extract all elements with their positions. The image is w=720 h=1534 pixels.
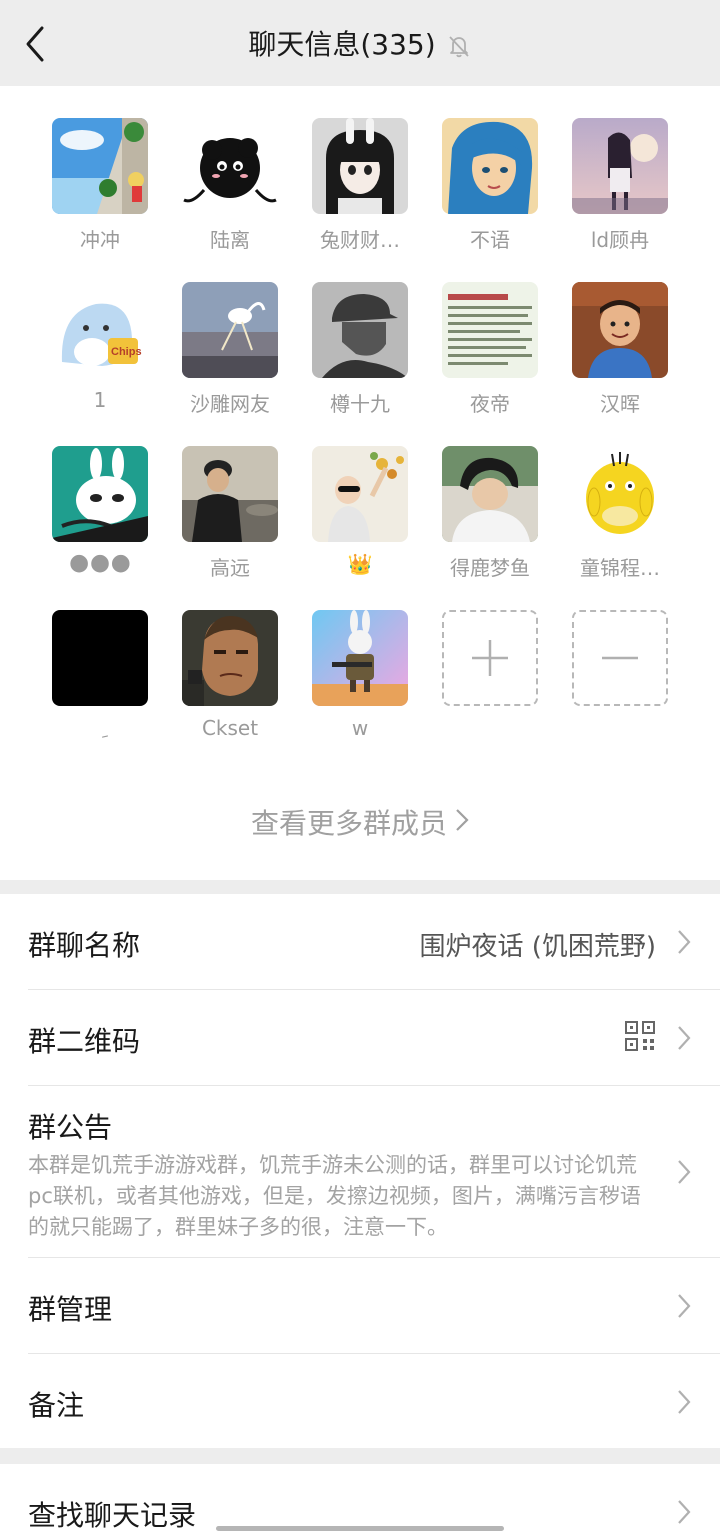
- member-name: 得鹿梦鱼: [450, 556, 530, 580]
- avatar[interactable]: [182, 610, 278, 706]
- member-name: w: [351, 716, 369, 740]
- member-item[interactable]: 夜帝: [430, 282, 550, 432]
- member-name: 👑: [347, 552, 373, 576]
- group-name-value: 围炉夜话 (饥困荒野): [419, 932, 656, 962]
- top-bar: 聊天信息(335): [0, 0, 720, 86]
- member-name: 夜帝: [470, 392, 510, 416]
- avatar[interactable]: Chips: [52, 282, 148, 378]
- member-name: 陆离: [210, 228, 250, 252]
- avatar[interactable]: [312, 610, 408, 706]
- add-member-box[interactable]: [442, 610, 538, 706]
- chevron-right-icon: [678, 1160, 691, 1184]
- remove-member-box[interactable]: [572, 610, 668, 706]
- member-item[interactable]: 童锦程…: [560, 446, 680, 596]
- chevron-right-icon: [678, 1026, 691, 1050]
- group-name-row[interactable]: 群聊名称 围炉夜话 (饥困荒野): [0, 894, 720, 990]
- avatar[interactable]: [442, 118, 538, 214]
- search-history-label: 查找聊天记录: [28, 1499, 197, 1532]
- avatar[interactable]: [182, 118, 278, 214]
- member-item[interactable]: 兔财财…: [300, 118, 420, 268]
- member-item[interactable]: ِ: [40, 610, 160, 760]
- member-name: 沙雕网友: [190, 392, 270, 416]
- page-title: 聊天信息(335): [248, 28, 436, 61]
- avatar[interactable]: [312, 446, 408, 542]
- avatar[interactable]: [182, 446, 278, 542]
- qr-code-row[interactable]: 群二维码: [0, 990, 720, 1086]
- member-name: 冲冲: [80, 228, 120, 252]
- group-notice-label: 群公告: [28, 1111, 113, 1144]
- member-name: 🌑🌑🌑: [68, 552, 132, 576]
- member-name: 汉晖: [600, 392, 640, 416]
- member-item[interactable]: 冲冲: [40, 118, 160, 268]
- page-title-wrap: 聊天信息(335): [0, 25, 720, 65]
- chevron-right-icon: [678, 1390, 691, 1414]
- home-indicator[interactable]: [216, 1526, 504, 1531]
- group-manage-row[interactable]: 群管理: [0, 1258, 720, 1354]
- remark-row[interactable]: 备注: [0, 1354, 720, 1448]
- minus-icon: [602, 656, 638, 660]
- group-notice-text: 本群是饥荒手游游戏群，饥荒手游未公测的话，群里可以讨论饥荒pc联机，或者其他游戏…: [28, 1153, 641, 1239]
- search-history-row[interactable]: 查找聊天记录: [0, 1464, 720, 1534]
- member-name: ِ: [30, 716, 170, 740]
- avatar[interactable]: [442, 282, 538, 378]
- avatar[interactable]: [312, 118, 408, 214]
- avatar[interactable]: [442, 446, 538, 542]
- avatar[interactable]: [572, 282, 668, 378]
- member-name: Ckset: [201, 716, 259, 740]
- svg-text:Chips: Chips: [111, 346, 142, 358]
- remove-member-button[interactable]: [560, 610, 680, 760]
- member-name: ld顾冉: [590, 228, 650, 252]
- plus-icon: [472, 640, 508, 676]
- member-name: 1: [93, 388, 107, 412]
- more-members-link[interactable]: 查看更多群成员: [0, 802, 720, 842]
- chevron-right-icon: [678, 930, 691, 954]
- member-item[interactable]: 得鹿梦鱼: [430, 446, 550, 596]
- member-item[interactable]: Chips 1: [40, 282, 160, 432]
- add-member-button[interactable]: [430, 610, 550, 760]
- member-item[interactable]: ld顾冉: [560, 118, 680, 268]
- group-name-label: 群聊名称: [28, 929, 141, 962]
- bell-muted-icon: [446, 30, 472, 58]
- member-item[interactable]: 👑: [300, 446, 420, 596]
- member-name: 高远: [210, 556, 250, 580]
- avatar[interactable]: [572, 446, 668, 542]
- member-name: 樽十九: [330, 392, 390, 416]
- member-name: 不语: [470, 228, 510, 252]
- member-item[interactable]: 汉晖: [560, 282, 680, 432]
- avatar[interactable]: [312, 282, 408, 378]
- member-item[interactable]: w: [300, 610, 420, 760]
- more-members-label: 查看更多群成员: [250, 807, 447, 840]
- members-panel: 冲冲 陆离 兔财财… 不语 ld顾冉 Chips 1 沙雕网友 樽十九 夜帝 汉…: [0, 86, 720, 880]
- remark-label: 备注: [28, 1389, 85, 1422]
- avatar[interactable]: [182, 282, 278, 378]
- chevron-right-icon: [678, 1500, 691, 1524]
- member-item[interactable]: 高远: [170, 446, 290, 596]
- avatar[interactable]: [52, 118, 148, 214]
- member-name: 兔财财…: [320, 228, 400, 252]
- member-item[interactable]: Ckset: [170, 610, 290, 760]
- avatar[interactable]: [52, 446, 148, 542]
- settings-list: 群聊名称 围炉夜话 (饥困荒野) 群二维码 群公告 本群是饥荒手游游戏群，饥荒手…: [0, 894, 720, 1448]
- chevron-right-icon: [455, 806, 469, 839]
- search-history-section: 查找聊天记录: [0, 1464, 720, 1534]
- member-name: 童锦程…: [580, 556, 660, 580]
- member-item[interactable]: 沙雕网友: [170, 282, 290, 432]
- member-item[interactable]: 樽十九: [300, 282, 420, 432]
- member-item[interactable]: 🌑🌑🌑: [40, 446, 160, 596]
- group-notice-row[interactable]: 群公告 本群是饥荒手游游戏群，饥荒手游未公测的话，群里可以讨论饥荒pc联机，或者…: [0, 1086, 720, 1258]
- avatar[interactable]: [52, 610, 148, 706]
- member-item[interactable]: 陆离: [170, 118, 290, 268]
- avatar[interactable]: [572, 118, 668, 214]
- member-item[interactable]: 不语: [430, 118, 550, 268]
- group-manage-label: 群管理: [28, 1293, 113, 1326]
- chevron-right-icon: [678, 1294, 691, 1318]
- qr-code-label: 群二维码: [28, 1025, 141, 1058]
- qr-code-icon: [625, 1021, 655, 1051]
